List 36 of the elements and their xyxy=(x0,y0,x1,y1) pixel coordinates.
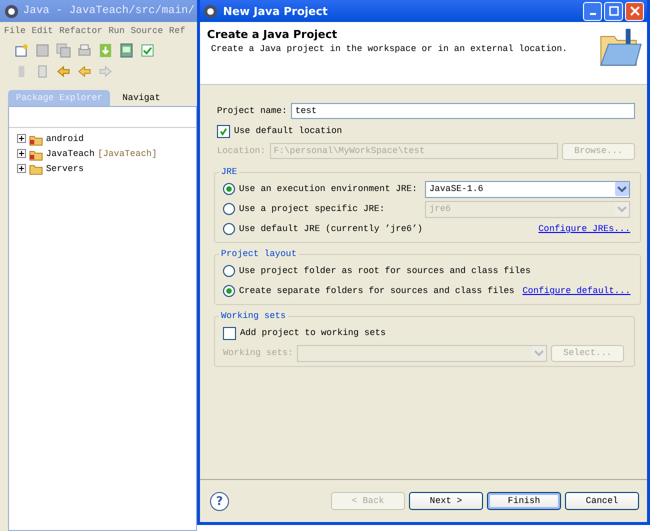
link[interactable]: Configure JREs... xyxy=(538,224,630,234)
link[interactable]: Configure default... xyxy=(522,286,630,296)
dialog-button[interactable]: Finish xyxy=(487,492,561,510)
view-tab[interactable]: Navigat xyxy=(114,90,168,106)
project-name-field[interactable]: test xyxy=(291,103,635,119)
dialog-button[interactable]: Cancel xyxy=(565,492,639,510)
window-title: Java - JavaTeach/src/main/ xyxy=(23,5,195,17)
group-title: Project layout xyxy=(220,249,298,259)
dropdown[interactable]: JavaSE-1.6 xyxy=(425,180,630,198)
tree-item-decoration: [JavaTeach] xyxy=(98,148,158,158)
menu-item[interactable]: Edit xyxy=(32,26,54,36)
radio-label: Use a project specific JRE: xyxy=(239,204,385,214)
menu-item[interactable]: Run xyxy=(108,26,125,36)
checkbox-label: Use default location xyxy=(234,126,342,136)
header-title: Create a Java Project xyxy=(207,28,338,41)
field-label: Working sets: xyxy=(223,348,294,358)
radio-label: Use project folder as root for sources and class files xyxy=(239,266,531,276)
radio-label: Use default JRE (currently ’jre6’) xyxy=(239,224,423,234)
tree-item[interactable]: JavaTeach xyxy=(46,148,95,158)
dialog-title: New Java Project xyxy=(223,4,328,18)
tree-item[interactable]: android xyxy=(46,134,84,144)
group-title: JRE xyxy=(220,167,238,177)
menu-item[interactable]: File xyxy=(4,26,26,36)
menu-item[interactable]: Refactor xyxy=(59,26,102,36)
field-label: Project name: xyxy=(217,106,288,116)
radio-label: Use an execution environment JRE: xyxy=(239,184,418,194)
field-label: Location: xyxy=(217,146,266,156)
header-description: Create a Java project in the workspace or in an external location. xyxy=(210,44,568,54)
checkbox-label: Add project to working sets xyxy=(240,328,386,338)
menu-item[interactable]: Source xyxy=(130,26,164,36)
menu-item[interactable]: Ref xyxy=(169,26,186,36)
tree-item[interactable]: Servers xyxy=(46,164,84,174)
radio-label: Create separate folders for sources and class files xyxy=(239,286,514,296)
dialog-button[interactable]: Next > xyxy=(409,492,483,510)
group-title: Working sets xyxy=(220,311,287,321)
help-button[interactable]: ? xyxy=(210,492,229,510)
